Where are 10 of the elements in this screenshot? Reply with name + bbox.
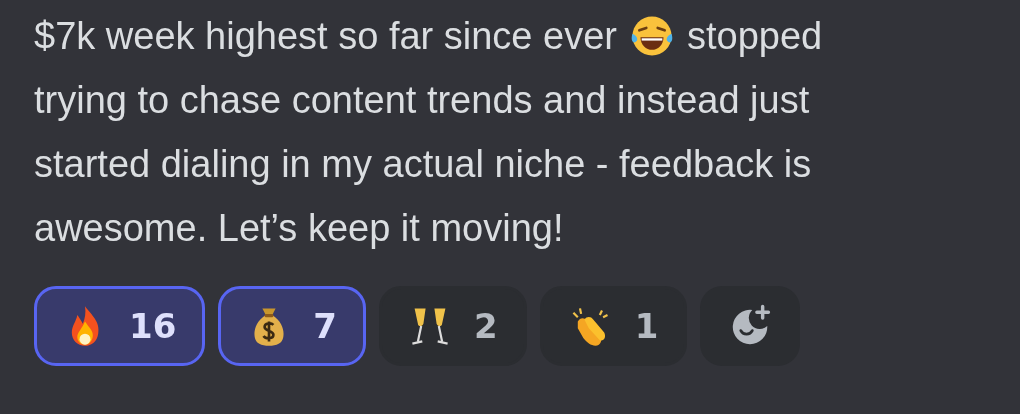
message-text: started dialing in my actual niche - feedback is — [34, 142, 812, 187]
message-text: awesome. Let’s keep it moving! — [34, 206, 564, 251]
reaction-button[interactable]: 1 — [539, 286, 688, 366]
reaction-button[interactable]: 7 — [218, 286, 366, 366]
message-text: stopped — [687, 14, 823, 59]
message-text: trying to chase content trends and instead just — [34, 78, 810, 123]
reaction-button[interactable]: 16 — [34, 286, 206, 366]
reaction-button[interactable]: 2 — [379, 286, 527, 366]
message-text: $7k week highest so far since ever — [34, 14, 617, 59]
add-reaction-button[interactable] — [700, 286, 801, 366]
